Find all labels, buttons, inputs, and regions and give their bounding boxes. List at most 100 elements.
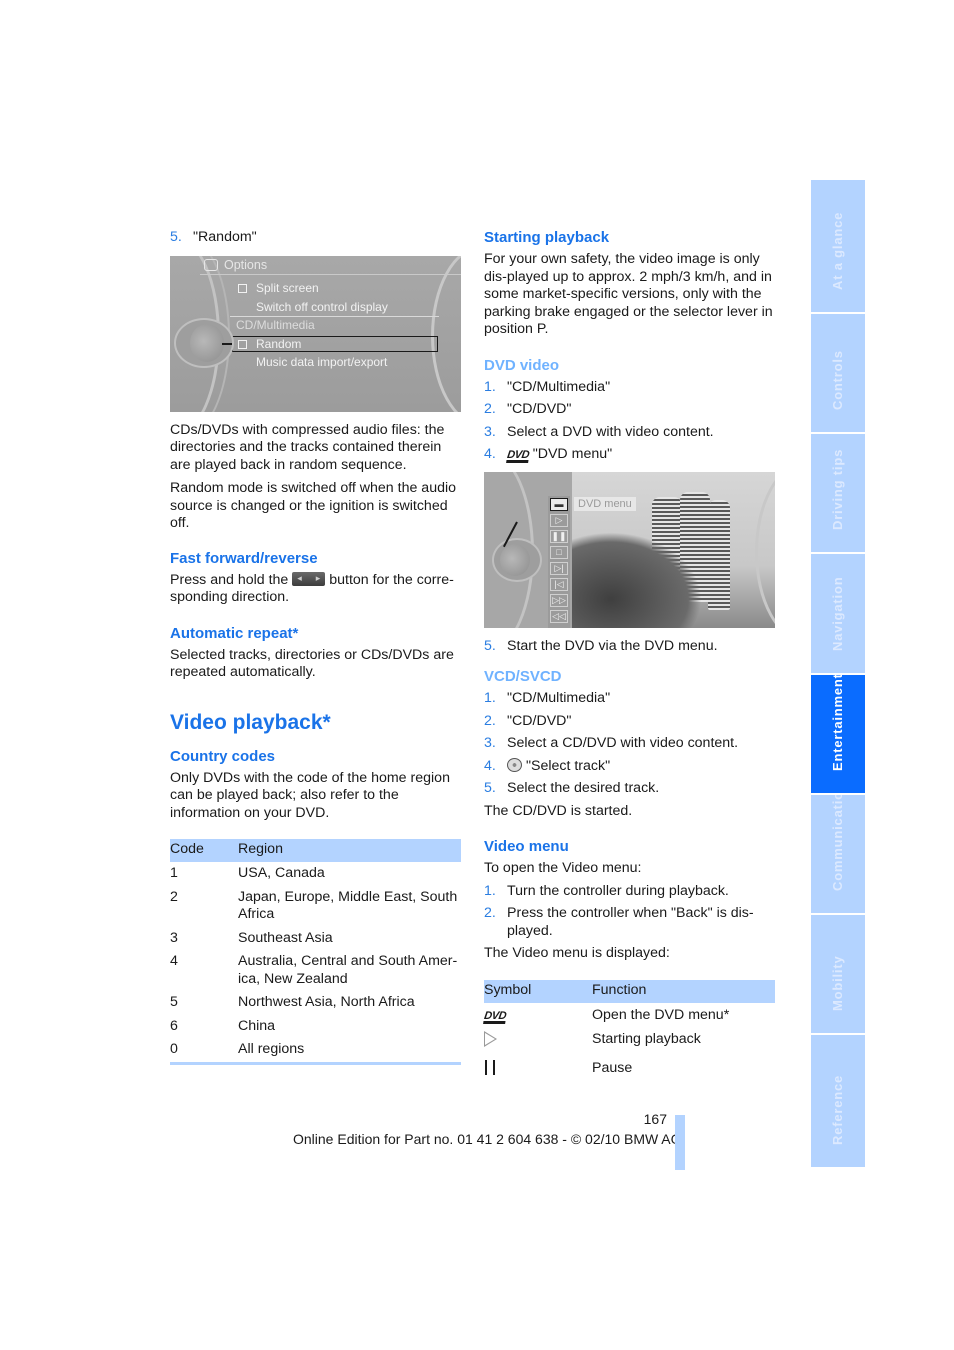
step-content: "Select track": [507, 757, 776, 776]
symbol-cell: DVD: [483, 1003, 592, 1028]
chapter-tab-driving-tips[interactable]: Driving tips: [811, 434, 865, 552]
chapter-tab-label: Entertainment: [830, 675, 845, 771]
chapter-tab-label: Navigation: [830, 576, 845, 651]
options-menu-screenshot: Options Split screen Switch off control …: [170, 255, 461, 412]
chapter-tab-entertainment[interactable]: Entertainment: [811, 675, 865, 793]
table-bottom-bar: [170, 1061, 461, 1065]
code-cell: 3: [170, 929, 178, 946]
step-text: Turn the controller during playback.: [507, 882, 729, 899]
table-row: Pause: [484, 1056, 775, 1082]
video-playback-heading: Video playback*: [170, 710, 331, 734]
chapter-tab-label: Driving tips: [830, 448, 845, 530]
list-item: 2. Press the controller when "Back" is di…: [484, 905, 776, 940]
chapter-tab-reference[interactable]: Reference: [811, 1035, 865, 1167]
vcd-svcd-steps: 1. "CD/Multimedia" 2. "CD/DVD" 3. Select a …: [484, 690, 776, 798]
region-cell: All regions: [238, 1041, 305, 1057]
step-number: 4.: [484, 446, 496, 462]
function-cell: Starting playback: [592, 1031, 701, 1047]
region-cell: China: [238, 1017, 276, 1034]
play-icon: ▷: [550, 513, 568, 527]
code-cell: 4: [170, 953, 178, 969]
chapter-tab-label: Controls: [830, 350, 845, 410]
starting-playback-text: For your own safety, the video image is …: [484, 251, 773, 337]
table-row: 6 China: [170, 1015, 461, 1039]
code-cell: 0: [170, 1041, 178, 1057]
screen-frame-arc: [431, 255, 461, 412]
code-cell: 2: [170, 888, 178, 905]
step-text: "CD/Multimedia": [507, 378, 611, 395]
chapter-tab-label: Reference: [830, 1074, 845, 1145]
pause-icon: ❚❚: [550, 529, 568, 543]
list-item: 1. "CD/Multimedia": [484, 379, 776, 397]
options-icon: [204, 258, 218, 271]
step-number: 5.: [484, 780, 496, 796]
step-number: 2.: [484, 712, 496, 729]
region-cell: Japan, Europe, Middle East, South Africa: [238, 888, 458, 923]
fast-forward-text: Press and hold the button for the corre-…: [170, 570, 462, 607]
left-column: 5. "Random" Options Split screen Switch …: [170, 229, 462, 1065]
region-cell: USA, Canada: [238, 865, 325, 881]
step-text: "Select track": [525, 757, 611, 774]
table-row: 3 Southeast Asia: [170, 927, 461, 951]
previous-track-icon: |◁: [550, 577, 568, 591]
chapter-tab-at-a-glance[interactable]: At a glance: [811, 180, 865, 312]
symbol-cell: [484, 1027, 592, 1056]
list-item: 2. "CD/DVD": [484, 401, 776, 419]
next-track-icon: ▷|: [550, 561, 568, 575]
controller-knob-icon: [190, 323, 224, 362]
region-cell: Northwest Asia, North Africa: [238, 994, 415, 1010]
step-number: 1.: [484, 378, 496, 395]
checkbox-checked-icon: [238, 283, 247, 293]
table-row: 5 Northwest Asia, North Africa: [170, 991, 461, 1015]
code-cell: 1: [170, 865, 178, 881]
chapter-tab-mobility[interactable]: Mobility: [811, 915, 865, 1033]
options-title: Options: [224, 257, 268, 272]
table-header-row: Code Region: [170, 839, 461, 862]
automatic-repeat-text: Selected tracks, directories or CDs/DVDs…: [170, 646, 454, 681]
list-item: 4. "Select track": [484, 757, 776, 776]
rewind-icon: ◁◁: [550, 609, 568, 623]
video-menu-symbol-table: Symbol Function DVD Open the DVD menu* S…: [483, 979, 775, 1082]
column-header-region: Region: [238, 839, 461, 862]
step-text: Select the desired track.: [507, 780, 660, 796]
code-cell: 5: [170, 994, 178, 1010]
step-text: Press the controller when "Back" is dis-…: [507, 905, 754, 939]
dvd-logo-icon: DVD: [506, 449, 530, 463]
table-row: Starting playback: [484, 1027, 775, 1056]
play-icon: [484, 1031, 497, 1047]
list-item: 4. DVD "DVD menu": [484, 446, 776, 464]
country-codes-text: Only DVDs with the code of the home regi…: [170, 769, 450, 821]
chapter-tab-label: Communications: [830, 795, 845, 891]
random-off-description: Random mode is switched off when the aud…: [170, 480, 457, 531]
seek-button-icon: [292, 570, 326, 587]
step-text: Select a DVD with video content.: [507, 423, 714, 440]
chapter-tab-communications[interactable]: Communications: [811, 795, 865, 913]
chapter-tab-controls[interactable]: Controls: [811, 314, 865, 432]
step-number: 3.: [484, 735, 496, 751]
table-header-row: Symbol Function: [484, 979, 775, 1003]
menu-item-random: Random: [256, 336, 302, 351]
step-number: 2.: [484, 401, 496, 417]
step-text: "CD/Multimedia": [507, 690, 611, 706]
chapter-tab-navigation[interactable]: Navigation: [811, 554, 865, 673]
table-row: 2 Japan, Europe, Middle East, South Afric…: [170, 886, 461, 927]
step-number: 2.: [484, 905, 496, 921]
column-header-symbol: Symbol: [484, 979, 592, 1003]
country-codes-heading: Country codes: [170, 747, 276, 765]
column-header-code: Code: [170, 839, 238, 862]
list-item: 1. "CD/Multimedia": [484, 690, 776, 708]
dvd-menu-label: DVD menu: [574, 496, 636, 511]
automatic-repeat-heading: Automatic repeat*: [170, 624, 299, 642]
vcd-result-text: The CD/DVD is started.: [484, 802, 633, 819]
menu-section-cd-multimedia: CD/Multimedia: [236, 317, 315, 332]
building-tower-image: [708, 499, 730, 610]
step-number: 4.: [484, 757, 496, 774]
video-menu-heading: Video menu: [484, 838, 569, 855]
list-item: 5. Start the DVD via the DVD menu.: [484, 638, 776, 656]
step-content: DVD "DVD menu": [506, 446, 776, 464]
symbol-cell: [484, 1056, 592, 1082]
list-item: 2. "CD/DVD": [484, 713, 776, 731]
dvd-menu-icon: ▬: [550, 497, 568, 511]
dvd-video-steps: 1. "CD/Multimedia" 2. "CD/DVD" 3. Select a …: [484, 379, 776, 464]
table-row: 4 Australia, Central and South Amer-ica, …: [170, 950, 461, 991]
